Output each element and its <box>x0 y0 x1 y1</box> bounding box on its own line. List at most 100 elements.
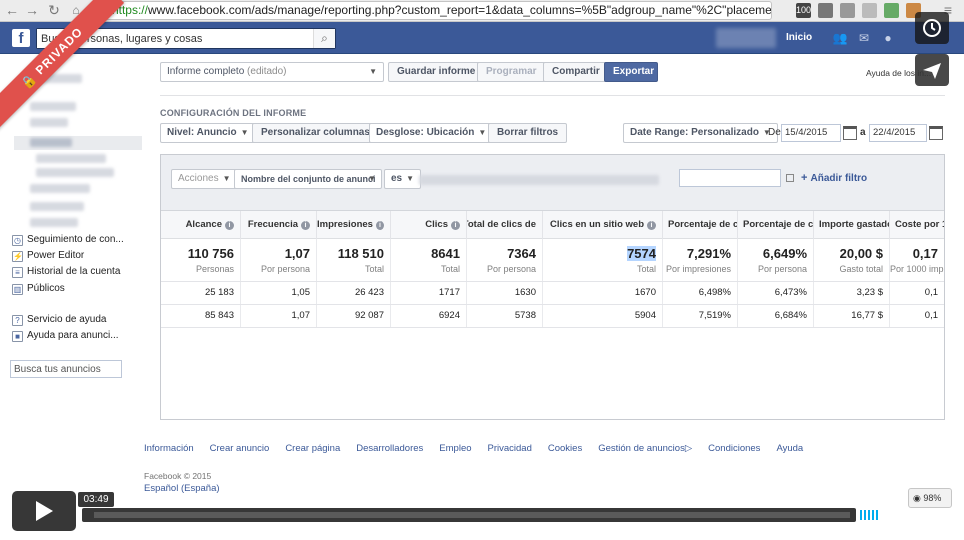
table-row[interactable]: 85 843 1,07 92 087 6924 5738 5904 7,519%… <box>161 305 944 328</box>
date-range-select[interactable]: Date Range: Personalizado ▼ <box>623 123 778 143</box>
export-button[interactable]: Exportar <box>604 62 658 82</box>
info-icon[interactable]: i <box>301 220 310 230</box>
from-date-input[interactable]: 15/4/2015 <box>781 124 841 142</box>
messages-icon[interactable]: ✉ <box>856 31 872 45</box>
schedule-button[interactable]: Programar <box>477 62 546 82</box>
sidebar-item-help-center[interactable]: ? Servicio de ayuda <box>12 312 107 328</box>
filter-value-input[interactable] <box>679 169 781 187</box>
sidebar-item-ads-help[interactable]: ■ Ayuda para anunci... <box>12 328 119 344</box>
share-report-button[interactable]: Compartir <box>543 62 609 82</box>
reload-icon[interactable]: ↻ <box>46 2 62 18</box>
actions-select[interactable]: Acciones ▼ <box>171 169 238 189</box>
level-select[interactable]: Nivel: Anuncio ▼ <box>160 123 256 143</box>
home-link[interactable]: Inicio <box>786 32 812 43</box>
column-header[interactable]: Total de clics de <box>467 211 543 239</box>
report-select[interactable]: Informe completo (editado) ▼ <box>160 62 384 82</box>
customize-columns-button[interactable]: Personalizar columnas <box>252 123 379 143</box>
column-header[interactable]: Frecuencia i <box>241 211 317 239</box>
table-cell: 16,77 $ <box>814 305 890 327</box>
table-cell: 6,473% <box>738 282 814 304</box>
report-select-value: Informe completo <box>167 66 245 77</box>
footer-link[interactable]: Condiciones <box>708 443 760 454</box>
extension-badge[interactable]: 100 <box>796 3 811 18</box>
add-filter-link[interactable]: + Añadir filtro <box>801 172 867 184</box>
total-sub: Por persona <box>757 264 807 274</box>
footer-link[interactable]: Cookies <box>548 443 582 454</box>
extension-icon[interactable] <box>884 3 899 18</box>
total-cell: 0,17 Por 1000 imp <box>890 239 944 281</box>
total-value: 110 756 <box>187 246 234 261</box>
ads-help-icon: ■ <box>12 330 23 342</box>
table-cell: 25 183 <box>161 282 241 304</box>
watch-later-button[interactable] <box>915 12 949 44</box>
add-filter-label: Añadir filtro <box>810 173 868 184</box>
footer-link[interactable]: Privacidad <box>488 443 532 454</box>
facebook-header: f ⌕ Inicio 👥 ✉ ● <box>0 22 964 54</box>
blurred-filter-value <box>419 175 659 185</box>
search-icon[interactable]: ⌕ <box>313 29 335 48</box>
copyright: Facebook © 2015 <box>144 471 212 481</box>
filter-field-select[interactable]: Nombre del conjunto de anunci <box>234 169 382 189</box>
ads-search-input[interactable] <box>10 360 122 378</box>
forward-icon[interactable]: → <box>24 2 40 18</box>
table-cell: 5738 <box>467 305 543 327</box>
extension-icon[interactable] <box>818 3 833 18</box>
level-select-value: Nivel: Anuncio <box>167 127 237 138</box>
total-value: 8641 <box>431 246 460 261</box>
breakdown-select[interactable]: Desglose: Ubicación ▼ <box>369 123 494 143</box>
extension-icon[interactable] <box>862 3 877 18</box>
save-report-button[interactable]: Guardar informe <box>388 62 485 82</box>
extension-icon[interactable] <box>840 3 855 18</box>
column-header[interactable]: Porcentaje de cl <box>738 211 814 239</box>
column-header[interactable]: Alcance i <box>161 211 241 239</box>
table-row[interactable]: 25 183 1,05 26 423 1717 1630 1670 6,498%… <box>161 282 944 305</box>
column-header[interactable]: Clics i <box>391 211 467 239</box>
column-header[interactable]: Importe gastado <box>814 211 890 239</box>
column-header-label: Importe gastado <box>819 219 890 230</box>
sidebar-item-power-editor[interactable]: ⚡ Power Editor <box>12 248 84 264</box>
column-header[interactable]: Clics en un sitio web i <box>543 211 663 239</box>
footer-link[interactable]: Crear página <box>285 443 340 454</box>
footer-link[interactable]: Ayuda <box>776 443 803 454</box>
fullscreen-icon[interactable]: ⤢ <box>917 509 926 522</box>
footer-link[interactable]: Desarrolladores <box>356 443 423 454</box>
footer-link[interactable]: Crear anuncio <box>210 443 270 454</box>
info-icon[interactable]: i <box>451 220 460 230</box>
footer-link[interactable]: Información <box>144 443 194 454</box>
column-header[interactable]: Coste por 10 <box>890 211 944 239</box>
clear-filters-button[interactable]: Borrar filtros <box>488 123 568 143</box>
help-link[interactable]: Ayuda de los in... <box>866 68 931 78</box>
sidebar-item-audiences[interactable]: ▥ Públicos <box>12 281 65 297</box>
calendar-icon[interactable] <box>843 126 857 140</box>
tracking-icon: ◷ <box>12 234 23 246</box>
operator-select[interactable]: es ▼ <box>384 169 422 189</box>
url-bar[interactable]: 🔒https://www.facebook.com/ads/manage/rep… <box>92 1 772 20</box>
url-text: www.facebook.com/ads/manage/reporting.ph… <box>147 3 772 17</box>
info-icon[interactable]: i <box>225 220 234 230</box>
table-cell: 0,1 <box>924 310 938 321</box>
column-header[interactable]: Impresiones i <box>317 211 391 239</box>
hd-button[interactable]: HD <box>890 508 909 523</box>
date-range-value: Date Range: Personalizado <box>630 127 759 138</box>
calendar-icon[interactable] <box>929 126 943 140</box>
column-header[interactable]: Porcentaje de cl <box>663 211 738 239</box>
profile-link[interactable] <box>716 28 776 48</box>
progress-track[interactable] <box>94 512 850 518</box>
footer-link[interactable]: Empleo <box>439 443 471 454</box>
selected-total-value: 7574 <box>627 246 656 261</box>
friend-requests-icon[interactable]: 👥 <box>832 31 848 45</box>
language-link[interactable]: Español (España) <box>144 483 220 494</box>
sidebar-item-account-history[interactable]: ≡ Historial de la cuenta <box>12 264 120 280</box>
blurred-item <box>30 138 72 147</box>
sidebar-item-label: Públicos <box>27 283 65 294</box>
sidebar-item-tracking[interactable]: ◷ Seguimiento de con... <box>12 232 124 248</box>
facebook-logo[interactable]: f <box>12 29 30 47</box>
to-date-input[interactable]: 22/4/2015 <box>869 124 927 142</box>
footer-link-ad-choices[interactable]: Gestión de anuncios▷ <box>598 443 692 454</box>
info-icon[interactable]: i <box>647 220 656 230</box>
filter-checkbox[interactable] <box>786 174 794 182</box>
back-icon[interactable]: ← <box>4 2 20 18</box>
notifications-icon[interactable]: ● <box>880 31 896 45</box>
info-icon[interactable]: i <box>375 220 384 230</box>
volume-icon[interactable] <box>860 510 882 520</box>
